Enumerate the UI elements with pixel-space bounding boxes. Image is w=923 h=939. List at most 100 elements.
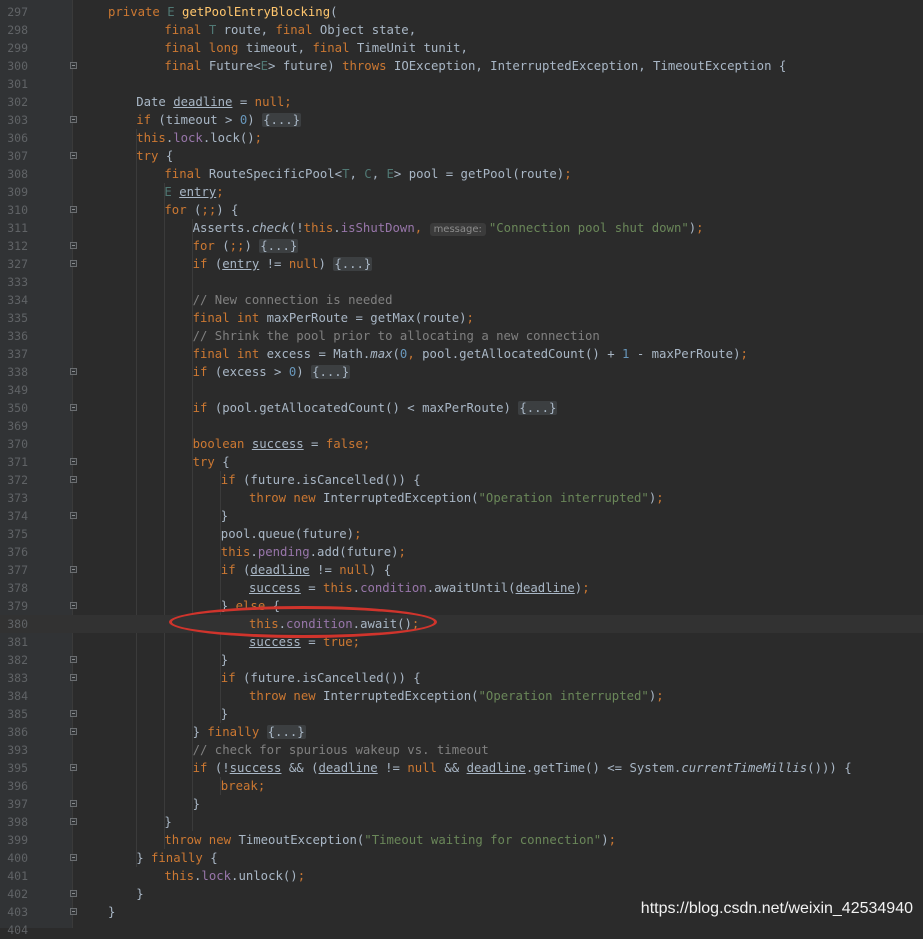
code-text[interactable]: if (pool.getAllocatedCount() < maxPerRou…	[193, 399, 558, 417]
code-text[interactable]: }	[164, 813, 171, 831]
code-line[interactable]: 395 if (!success && (deadline != null && …	[0, 759, 923, 777]
fold-toggle-icon[interactable]	[70, 908, 77, 915]
code-line[interactable]: 379} else {	[0, 597, 923, 615]
code-line[interactable]: 384 throw new InterruptedException("Opera…	[0, 687, 923, 705]
code-text[interactable]: for (;;) {	[164, 201, 238, 219]
code-text[interactable]: // New connection is needed	[193, 291, 393, 309]
code-text[interactable]: final T route, final Object state,	[164, 21, 416, 39]
code-line[interactable]: 335 final int maxPerRoute = getMax(route)…	[0, 309, 923, 327]
code-text[interactable]: Asserts.check(!this.isShutDown, message:…	[193, 219, 704, 239]
fold-toggle-icon[interactable]	[70, 728, 77, 735]
folded-code-placeholder[interactable]: {...}	[266, 725, 306, 739]
code-line[interactable]: 370 boolean success = false;	[0, 435, 923, 453]
code-text[interactable]: } finally {...}	[193, 723, 306, 741]
code-text[interactable]: if (entry != null) {...}	[193, 255, 373, 273]
code-line[interactable]: 404	[0, 921, 923, 939]
fold-toggle-icon[interactable]	[70, 710, 77, 717]
fold-toggle-icon[interactable]	[70, 854, 77, 861]
code-text[interactable]: final RouteSpecificPool<T, C, E> pool = …	[164, 165, 571, 183]
folded-code-placeholder[interactable]: {...}	[311, 365, 351, 379]
fold-toggle-icon[interactable]	[70, 656, 77, 663]
code-text[interactable]: // check for spurious wakeup vs. timeout	[193, 741, 489, 759]
code-line[interactable]: 299 final long timeout, final TimeUnit tu…	[0, 39, 923, 57]
code-text[interactable]: // Shrink the pool prior to allocating a…	[193, 327, 600, 345]
code-line[interactable]: 350 if (pool.getAllocatedCount() < maxPer…	[0, 399, 923, 417]
code-text[interactable]: if (deadline != null) {	[221, 561, 391, 579]
code-line[interactable]: 373 throw new InterruptedException("Opera…	[0, 489, 923, 507]
code-line[interactable]: 399 throw new TimeoutException("Timeout w…	[0, 831, 923, 849]
code-text[interactable]: this.pending.add(future);	[221, 543, 406, 561]
code-line[interactable]: 337 final int excess = Math.max(0, pool.g…	[0, 345, 923, 363]
code-line[interactable]: 306 this.lock.lock();	[0, 129, 923, 147]
code-text[interactable]: try {	[193, 453, 230, 471]
code-text[interactable]: for (;;) {...}	[193, 237, 299, 255]
code-line[interactable]: 377 if (deadline != null) {	[0, 561, 923, 579]
code-line[interactable]: 393 // check for spurious wakeup vs. time…	[0, 741, 923, 759]
fold-toggle-icon[interactable]	[70, 602, 77, 609]
folded-code-placeholder[interactable]: {...}	[333, 257, 373, 271]
code-text[interactable]: }	[221, 705, 228, 723]
code-text[interactable]: if (timeout > 0) {...}	[136, 111, 302, 129]
fold-toggle-icon[interactable]	[70, 890, 77, 897]
code-line[interactable]: 298 final T route, final Object state,	[0, 21, 923, 39]
code-text[interactable]: break;	[221, 777, 265, 795]
code-line[interactable]: 311 Asserts.check(!this.isShutDown, messa…	[0, 219, 923, 237]
code-text[interactable]: throw new TimeoutException("Timeout wait…	[164, 831, 616, 849]
code-text[interactable]: }	[221, 507, 228, 525]
code-line[interactable]: 308 final RouteSpecificPool<T, C, E> pool…	[0, 165, 923, 183]
code-text[interactable]: }	[108, 903, 115, 921]
code-text[interactable]: success = this.condition.awaitUntil(dead…	[249, 579, 590, 597]
fold-toggle-icon[interactable]	[70, 674, 77, 681]
code-line[interactable]: 374}	[0, 507, 923, 525]
code-text[interactable]: if (future.isCancelled()) {	[221, 669, 421, 687]
code-editor[interactable]: 297 private E getPoolEntryBlocking(298 fin…	[0, 3, 923, 939]
code-text[interactable]: this.lock.unlock();	[164, 867, 305, 885]
code-line[interactable]: 372 if (future.isCancelled()) {	[0, 471, 923, 489]
code-line[interactable]: 301	[0, 75, 923, 93]
code-line[interactable]: 383 if (future.isCancelled()) {	[0, 669, 923, 687]
code-line[interactable]: 375 pool.queue(future);	[0, 525, 923, 543]
fold-toggle-icon[interactable]	[70, 260, 77, 267]
code-line[interactable]: 376 this.pending.add(future);	[0, 543, 923, 561]
fold-toggle-icon[interactable]	[70, 206, 77, 213]
code-text[interactable]: throw new InterruptedException("Operatio…	[249, 489, 664, 507]
code-text[interactable]: this.lock.lock();	[136, 129, 262, 147]
fold-toggle-icon[interactable]	[70, 152, 77, 159]
code-text[interactable]: } finally {	[136, 849, 217, 867]
code-line[interactable]: 336 // Shrink the pool prior to allocatin…	[0, 327, 923, 345]
code-text[interactable]: pool.queue(future);	[221, 525, 362, 543]
fold-toggle-icon[interactable]	[70, 512, 77, 519]
fold-toggle-icon[interactable]	[70, 764, 77, 771]
code-line[interactable]: 303 if (timeout > 0) {...}	[0, 111, 923, 129]
code-line[interactable]: 382}	[0, 651, 923, 669]
code-line[interactable]: 349	[0, 381, 923, 399]
code-line[interactable]: 338 if (excess > 0) {...}	[0, 363, 923, 381]
fold-toggle-icon[interactable]	[70, 818, 77, 825]
code-line[interactable]: 378 success = this.condition.awaitUntil(d…	[0, 579, 923, 597]
code-text[interactable]: throw new InterruptedException("Operatio…	[249, 687, 664, 705]
code-text[interactable]: E entry;	[164, 183, 223, 201]
code-line[interactable]: 297 private E getPoolEntryBlocking(	[0, 3, 923, 21]
code-text[interactable]: Date deadline = null;	[136, 93, 292, 111]
code-line[interactable]: 396 break;	[0, 777, 923, 795]
code-text[interactable]: private E getPoolEntryBlocking(	[108, 3, 338, 21]
code-line[interactable]: 333	[0, 273, 923, 291]
code-line[interactable]: 371 try {	[0, 453, 923, 471]
code-line[interactable]: 397}	[0, 795, 923, 813]
folded-code-placeholder[interactable]: {...}	[518, 401, 558, 415]
code-line[interactable]: 312 for (;;) {...}	[0, 237, 923, 255]
code-line[interactable]: 400} finally {	[0, 849, 923, 867]
code-line[interactable]: 369	[0, 417, 923, 435]
folded-code-placeholder[interactable]: {...}	[262, 113, 302, 127]
code-text[interactable]: final Future<E> future) throws IOExcepti…	[164, 57, 786, 75]
code-text[interactable]: }	[193, 795, 200, 813]
code-line[interactable]: 307 try {	[0, 147, 923, 165]
code-text[interactable]: }	[221, 651, 228, 669]
fold-toggle-icon[interactable]	[70, 368, 77, 375]
code-line[interactable]: 327 if (entry != null) {...}	[0, 255, 923, 273]
code-line[interactable]: 398}	[0, 813, 923, 831]
code-line[interactable]: 386} finally {...}	[0, 723, 923, 741]
code-text[interactable]: if (future.isCancelled()) {	[221, 471, 421, 489]
code-text[interactable]: boolean success = false;	[193, 435, 371, 453]
code-text[interactable]: final int maxPerRoute = getMax(route);	[193, 309, 474, 327]
